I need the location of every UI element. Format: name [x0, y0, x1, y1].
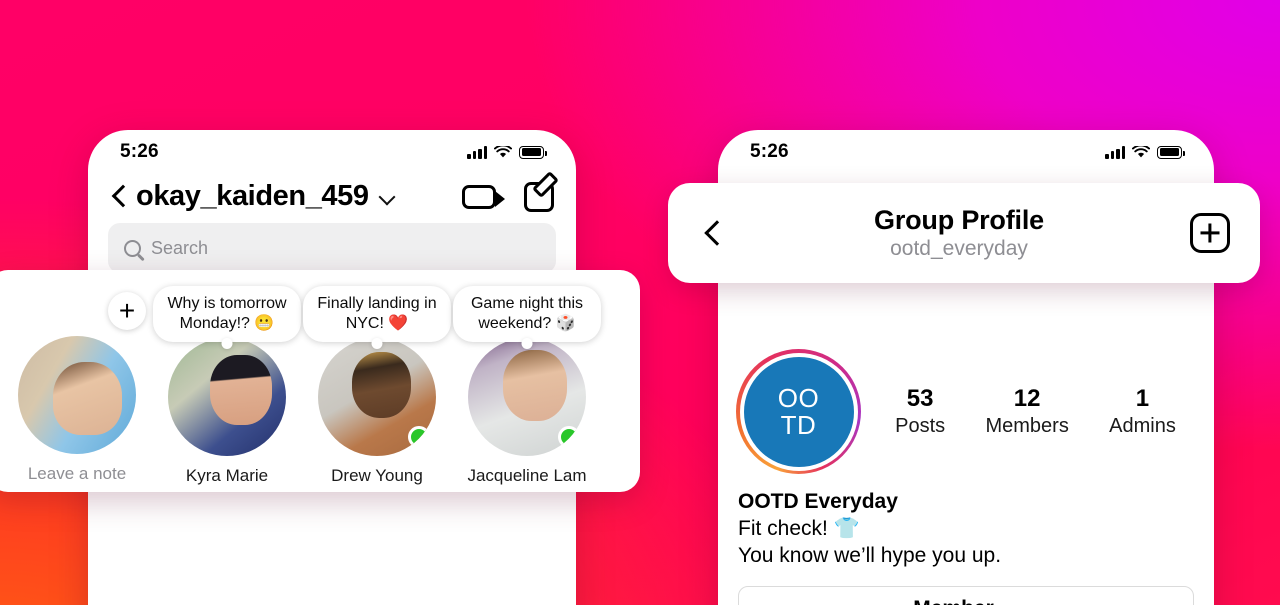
notes-card: + Leave a note Why is tomorrow Monday!? … [0, 270, 640, 492]
plus-icon[interactable]: + [108, 292, 146, 330]
online-status-icon [408, 426, 430, 448]
bio-line-1: Fit check! 👕 [738, 517, 860, 540]
note-label: Kyra Marie [185, 466, 269, 485]
profile-stats: 53 Posts 12 Members 1 Admins [861, 385, 1196, 438]
stat-admins[interactable]: 1 Admins [1109, 385, 1176, 438]
stat-label: Posts [895, 415, 946, 437]
right-status-bar: 5:26 [718, 130, 1214, 174]
note-item-jacqueline-lam[interactable]: Game night this weekend? 🎲 Jacqueline La… [452, 286, 602, 486]
avatar [168, 338, 286, 456]
member-button-label: Member [913, 597, 994, 605]
stat-members[interactable]: 12 Members [985, 385, 1068, 438]
stat-label: Members [985, 415, 1069, 437]
note-item-drew-young[interactable]: Finally landing in NYC! ❤️ Drew Young [302, 286, 452, 486]
avatar-text-line1: OO [777, 382, 820, 413]
story-ring-inner: OO TD [739, 352, 858, 471]
avatar [318, 338, 436, 456]
status-icons [467, 145, 547, 159]
plus-square-icon[interactable] [1190, 213, 1230, 253]
note-label: Jacqueline Lam [467, 466, 587, 485]
video-call-icon[interactable] [462, 184, 505, 209]
story-ring[interactable]: OO TD [736, 349, 861, 474]
status-icons [1105, 145, 1185, 159]
chevron-down-icon [1004, 602, 1019, 605]
stat-value: 12 [1013, 385, 1041, 412]
status-time: 5:26 [120, 141, 159, 162]
header-titles: Group Profile ootd_everyday [728, 205, 1190, 261]
status-time: 5:26 [750, 141, 789, 162]
page-title: okay_kaiden_459 [136, 180, 369, 212]
notes-row: + Leave a note Why is tomorrow Monday!? … [0, 286, 640, 486]
note-label: Drew Young [331, 466, 423, 485]
stat-label: Admins [1109, 415, 1176, 437]
stat-value: 1 [1135, 385, 1150, 412]
dm-header-actions [462, 181, 554, 212]
wifi-icon [1132, 145, 1150, 157]
note-label: Leave a note [27, 464, 127, 483]
chevron-down-icon[interactable] [378, 188, 396, 206]
page-subtitle: ootd_everyday [890, 237, 1028, 260]
search-input[interactable]: Search [108, 223, 556, 273]
cellular-bars-icon [1105, 145, 1125, 159]
stat-posts[interactable]: 53 Posts [895, 385, 945, 438]
battery-full-icon [519, 145, 547, 159]
group-profile-summary: OO TD 53 Posts 12 Members 1 Admins [718, 349, 1214, 474]
note-bubble[interactable]: Why is tomorrow Monday!? 😬 [153, 286, 301, 342]
bio-line-2: You know we’ll hype you up. [738, 544, 1002, 567]
chevron-left-icon[interactable] [698, 218, 728, 248]
group-profile-header-card: Group Profile ootd_everyday [668, 183, 1260, 283]
note-bubble[interactable]: Game night this weekend? 🎲 [453, 286, 601, 342]
note-item-leave-a-note[interactable]: + Leave a note [2, 286, 152, 484]
bio-display-name: OOTD Everyday [738, 490, 898, 513]
stat-value: 53 [906, 385, 934, 412]
online-status-icon [558, 426, 580, 448]
search-placeholder: Search [151, 237, 209, 258]
page-title: Group Profile [874, 205, 1044, 235]
cellular-bars-icon [467, 145, 487, 159]
avatar [18, 336, 136, 454]
note-bubble[interactable]: Finally landing in NYC! ❤️ [303, 286, 451, 342]
search-icon [124, 239, 141, 257]
wifi-icon [494, 145, 512, 157]
avatar-text-line2: TD [780, 409, 817, 440]
battery-full-icon [1157, 145, 1185, 159]
note-item-kyra-marie[interactable]: Why is tomorrow Monday!? 😬 Kyra Marie [152, 286, 302, 486]
profile-bio: OOTD Everyday Fit check! 👕 You know we’l… [718, 474, 1214, 568]
group-avatar: OO TD [743, 356, 854, 467]
compose-new-message-icon[interactable] [524, 181, 554, 212]
dm-header: okay_kaiden_459 [88, 174, 576, 223]
chevron-left-icon[interactable] [106, 184, 132, 210]
member-button[interactable]: Member [738, 586, 1194, 605]
avatar [468, 338, 586, 456]
left-status-bar: 5:26 [88, 130, 576, 174]
